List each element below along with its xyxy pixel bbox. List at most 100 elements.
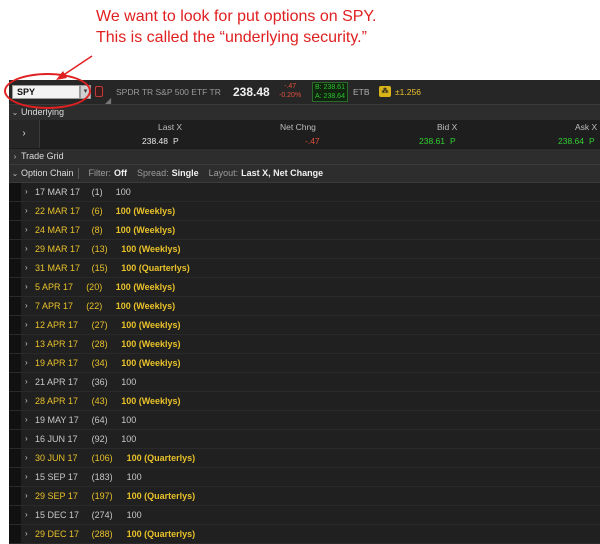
chevron-right-icon[interactable]: › (25, 240, 28, 258)
bid-x-header[interactable]: Bid X (437, 122, 457, 132)
chevron-right-icon[interactable]: › (25, 183, 28, 201)
chevron-right-icon[interactable]: › (25, 430, 28, 448)
multiplier-series: 100 (Weeklys) (115, 206, 176, 216)
days-to-expiration: (15) (91, 263, 108, 273)
expiration-list: › 17 MAR 17 (1) 100 › 22 MAR 17 (6) 100 (Weekly… (9, 183, 600, 544)
spread-control[interactable]: Spread: Single (127, 168, 199, 178)
expiration-row[interactable]: › 22 MAR 17 (6) 100 (Weeklys) (9, 202, 600, 221)
expiration-row[interactable]: › 30 JUN 17 (106) 100 (Quarterlys) (9, 449, 600, 468)
row-gutter (9, 259, 21, 277)
chevron-right-icon[interactable]: › (25, 221, 28, 239)
underlying-last-exchange: P (173, 136, 179, 146)
net-chng-header[interactable]: Net Chng (280, 122, 316, 132)
chevron-right-icon[interactable]: › (25, 392, 28, 410)
row-gutter (9, 487, 21, 505)
chevron-right-icon[interactable]: › (25, 411, 28, 429)
trade-grid-section-header[interactable]: › Trade Grid (9, 149, 600, 165)
row-gutter (9, 202, 21, 220)
expiration-row[interactable]: › 29 MAR 17 (13) 100 (Weeklys) (9, 240, 600, 259)
percent-change: -0.20% (279, 92, 302, 99)
days-to-expiration: (64) (91, 415, 108, 425)
expiration-row[interactable]: › 13 APR 17 (28) 100 (Weeklys) (9, 335, 600, 354)
expiration-row[interactable]: › 15 DEC 17 (274) 100 (9, 506, 600, 525)
underlying-bid-exchange: P (450, 136, 456, 146)
underlying-section-header[interactable]: ⌄ Underlying (9, 105, 600, 121)
expiration-row[interactable]: › 29 SEP 17 (197) 100 (Quarterlys) (9, 487, 600, 506)
expiration-date: 21 APR 17 (35, 377, 79, 387)
expiration-row[interactable]: › 15 SEP 17 (183) 100 (9, 468, 600, 487)
chevron-right-icon[interactable]: › (25, 487, 28, 505)
multiplier-series: 100 (Quarterlys) (126, 491, 196, 501)
row-gutter (9, 354, 21, 372)
expiration-row[interactable]: › 29 DEC 17 (288) 100 (Quarterlys) (9, 525, 600, 544)
ask-x-header[interactable]: Ask X (575, 122, 597, 132)
days-to-expiration: (36) (91, 377, 108, 387)
expiration-date: 29 SEP 17 (35, 491, 78, 501)
row-gutter (9, 335, 21, 353)
chevron-right-icon[interactable]: › (25, 259, 28, 277)
last-x-header[interactable]: Last X (158, 122, 182, 132)
chevron-right-icon[interactable]: › (25, 202, 28, 220)
expiration-row[interactable]: › 19 MAY 17 (64) 100 (9, 411, 600, 430)
spread-label: Spread: (137, 168, 169, 178)
chevron-down-icon[interactable]: ⌄ (9, 165, 21, 182)
chevron-right-icon[interactable]: › (25, 278, 28, 296)
option-chain-label[interactable]: Option Chain (21, 168, 74, 178)
chevron-right-icon[interactable]: › (25, 373, 28, 391)
days-to-expiration: (92) (91, 434, 108, 444)
row-gutter (9, 240, 21, 258)
expiration-date: 22 MAR 17 (35, 206, 81, 216)
chevron-right-icon[interactable]: › (25, 525, 28, 543)
expiration-date: 15 DEC 17 (35, 510, 80, 520)
expiration-row[interactable]: › 16 JUN 17 (92) 100 (9, 430, 600, 449)
underlying-ask-value[interactable]: 238.64 (558, 136, 584, 146)
multiplier-series: 100 (Weeklys) (115, 282, 176, 292)
expiration-row[interactable]: › 19 APR 17 (34) 100 (Weeklys) (9, 354, 600, 373)
chevron-right-icon[interactable]: › (25, 468, 28, 486)
chevron-right-icon[interactable]: › (25, 316, 28, 334)
days-to-expiration: (22) (86, 301, 103, 311)
row-gutter (9, 392, 21, 410)
expiration-date: 16 JUN 17 (35, 434, 78, 444)
row-gutter (9, 506, 21, 524)
symbol-input[interactable]: SPY (12, 85, 80, 99)
underlying-quote-table: › Last X Net Chng Bid X Ask X 238.48 P -… (9, 120, 600, 148)
expiration-row[interactable]: › 31 MAR 17 (15) 100 (Quarterlys) (9, 259, 600, 278)
last-price: 238.48 (233, 85, 270, 99)
expiration-row[interactable]: › 7 APR 17 (22) 100 (Weeklys) (9, 297, 600, 316)
chevron-right-icon[interactable]: › (25, 506, 28, 524)
expiration-row[interactable]: › 28 APR 17 (43) 100 (Weeklys) (9, 392, 600, 411)
chevron-right-icon[interactable]: › (25, 354, 28, 372)
filter-control[interactable]: Filter: Off (79, 168, 128, 178)
symbol-dropdown-button[interactable]: ▾ (80, 85, 91, 99)
expiration-row[interactable]: › 12 APR 17 (27) 100 (Weeklys) (9, 316, 600, 335)
trading-app: SPY ▾ ◢ SPDR TR S&P 500 ETF TR 238.48 -.… (9, 80, 600, 544)
row-gutter (9, 468, 21, 486)
multiplier-series: 100 (121, 434, 137, 444)
row-gutter (9, 411, 21, 429)
expiration-row[interactable]: › 21 APR 17 (36) 100 (9, 373, 600, 392)
multiplier-series: 100 (Weeklys) (121, 396, 181, 406)
multiplier-series: 100 (121, 377, 137, 387)
expiration-row[interactable]: › 24 MAR 17 (8) 100 (Weeklys) (9, 221, 600, 240)
annotation-line-1: We want to look for put options on SPY. (96, 8, 377, 25)
expiration-date: 12 APR 17 (35, 320, 79, 330)
chevron-right-icon[interactable]: › (25, 297, 28, 315)
days-to-expiration: (1) (91, 187, 103, 197)
expiration-row[interactable]: › 17 MAR 17 (1) 100 (9, 183, 600, 202)
expiration-date: 24 MAR 17 (35, 225, 81, 235)
expiration-date: 19 APR 17 (35, 358, 79, 368)
days-to-expiration: (8) (91, 225, 103, 235)
chevron-right-icon[interactable]: › (25, 335, 28, 353)
expand-row-button[interactable]: › (9, 120, 40, 148)
filter-label: Filter: (88, 168, 112, 178)
layout-control[interactable]: Layout: Last X, Net Change (199, 168, 324, 178)
underlying-bid-value[interactable]: 238.61 (419, 136, 445, 146)
expiration-date: 31 MAR 17 (35, 263, 81, 273)
chevron-right-icon[interactable]: › (25, 449, 28, 467)
multiplier-series: 100 (126, 510, 142, 520)
multiplier-series: 100 (115, 187, 131, 197)
lock-icon[interactable] (95, 86, 103, 97)
expiration-row[interactable]: › 5 APR 17 (20) 100 (Weeklys) (9, 278, 600, 297)
days-to-expiration: (13) (91, 244, 108, 254)
